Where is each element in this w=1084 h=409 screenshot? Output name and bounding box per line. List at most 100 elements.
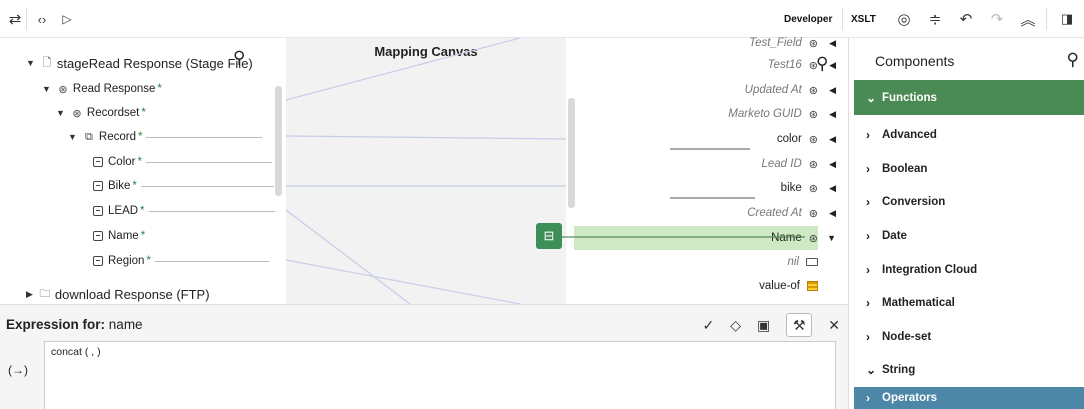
collapse-mapping-button[interactable]: ⊟	[536, 223, 562, 249]
search-icon[interactable]: ⚲	[233, 48, 245, 68]
expand-editor-icon[interactable]: ▣	[757, 317, 770, 334]
tree-node-label: Recordset	[86, 107, 140, 119]
expression-target-name: name	[108, 317, 143, 332]
tree-node-lead[interactable]: LEAD *	[93, 199, 275, 223]
menu-triangle-icon[interactable]: ◀	[829, 109, 836, 120]
required-marker: *	[132, 180, 137, 192]
target-node-label: Test16	[767, 59, 802, 71]
tree-node-record[interactable]: ▼ ⧉ Record *	[68, 125, 263, 149]
category-mathematical[interactable]: › Mathematical	[854, 286, 1084, 320]
code-icon[interactable]: ‹›	[33, 9, 51, 29]
toolbar-divider	[26, 8, 27, 30]
menu-triangle-icon[interactable]: ◀	[829, 60, 836, 71]
collapse-up-icon[interactable]: ︽	[1019, 9, 1037, 29]
category-operators[interactable]: › Operators	[854, 387, 1084, 409]
redo-icon[interactable]: ↷	[988, 9, 1006, 29]
field-icon	[93, 206, 103, 216]
target-node[interactable]: Test_Field ⊛ ◀	[749, 31, 836, 55]
field-icon	[93, 157, 103, 167]
target-node[interactable]: nil	[787, 250, 818, 274]
category-boolean[interactable]: › Boolean	[854, 152, 1084, 186]
required-marker: *	[157, 83, 162, 95]
chevron-right-icon: ›	[866, 263, 870, 277]
value-of-icon	[807, 281, 818, 291]
xslt-button[interactable]: XSLT	[851, 14, 876, 25]
target-node[interactable]: color ⊛ ◀	[777, 127, 836, 151]
category-label: String	[882, 364, 916, 376]
target-node-name-selected[interactable]: Name ⊛ ▼	[771, 226, 836, 250]
field-icon	[93, 181, 103, 191]
play-icon[interactable]: ▷	[58, 9, 76, 29]
required-marker: *	[140, 230, 146, 242]
target-node[interactable]: value-of	[759, 274, 818, 298]
tree-node-label: Bike	[108, 180, 131, 192]
tree-node-name[interactable]: Name *	[93, 224, 145, 248]
category-node-set[interactable]: › Node-set	[854, 320, 1084, 354]
tree-node-bike[interactable]: Bike *	[93, 174, 274, 198]
target-node-label: bike	[780, 182, 802, 194]
target-node[interactable]: bike ⊛ ◀	[780, 176, 836, 200]
components-title: Components	[875, 53, 955, 69]
close-icon[interactable]: ✕	[828, 317, 840, 334]
category-conversion[interactable]: › Conversion	[854, 185, 1084, 219]
check-icon[interactable]: ✓	[703, 317, 715, 334]
view-icon[interactable]: ◎	[895, 9, 913, 29]
target-node[interactable]: Marketo GUID ⊛ ◀	[728, 102, 836, 126]
category-functions[interactable]: ⌄ Functions	[854, 80, 1084, 115]
developer-mode-label[interactable]: Developer	[784, 14, 832, 25]
filter-icon[interactable]: ≑	[926, 9, 944, 29]
target-node-label: nil	[787, 256, 799, 268]
source-download-row[interactable]: ▶ 🗀 download Response (FTP)	[26, 282, 210, 304]
expand-triangle-icon[interactable]: ▶	[26, 289, 33, 300]
menu-triangle-icon[interactable]: ◀	[829, 208, 836, 219]
source-tree-panel: ▼ 🗋 stageRead Response (Stage File) ⚲ ▼ …	[0, 38, 286, 304]
source-root-row[interactable]: ▼ 🗋 stageRead Response (Stage File)	[26, 51, 253, 75]
tree-node-read-response[interactable]: ▼ ⊛ Read Response *	[42, 77, 162, 101]
target-node-label: Test_Field	[749, 37, 802, 49]
chevron-right-icon: ›	[866, 162, 870, 176]
undo-icon[interactable]: ↶	[957, 9, 975, 29]
target-node-label: Created At	[747, 207, 802, 219]
menu-triangle-icon[interactable]: ◀	[829, 134, 836, 145]
search-icon[interactable]: ⚲	[816, 54, 828, 74]
mapping-canvas: Mapping Canvas	[286, 38, 566, 304]
category-label: Node-set	[882, 331, 932, 343]
expression-mode-marker[interactable]: (→)	[8, 363, 28, 377]
menu-triangle-icon[interactable]: ◀	[829, 159, 836, 170]
menu-triangle-icon[interactable]: ◀	[829, 85, 836, 96]
element-icon: ⊛	[808, 158, 818, 171]
expression-editor[interactable]: concat ( , )	[44, 341, 836, 409]
category-date[interactable]: › Date	[854, 219, 1084, 253]
tree-node-label: Name	[108, 230, 139, 242]
target-node[interactable]: Created At ⊛ ◀	[747, 201, 836, 225]
toolbar-divider	[842, 8, 843, 30]
expand-triangle-icon[interactable]: ▼	[42, 84, 51, 94]
leader-line	[148, 210, 275, 212]
expand-triangle-icon[interactable]: ▼	[26, 58, 35, 68]
source-scrollbar[interactable]	[275, 86, 282, 196]
swap-icon[interactable]: ⇄	[6, 9, 24, 29]
target-node[interactable]: Lead ID ⊛ ◀	[762, 152, 837, 176]
category-label: Functions	[882, 91, 937, 104]
expand-triangle-icon[interactable]: ▼	[56, 108, 65, 118]
category-advanced[interactable]: › Advanced	[854, 118, 1084, 152]
tree-node-label: Record	[98, 131, 136, 143]
menu-triangle-icon[interactable]: ◀	[829, 183, 836, 194]
target-node[interactable]: Test16 ⊛ ◀	[767, 53, 836, 77]
expand-triangle-icon[interactable]: ▼	[68, 132, 77, 142]
category-integration-cloud[interactable]: › Integration Cloud	[854, 253, 1084, 287]
tree-node-recordset[interactable]: ▼ ⊛ Recordset *	[56, 101, 146, 125]
panel-toggle-icon[interactable]: ◨	[1058, 9, 1076, 29]
tree-node-region[interactable]: Region *	[93, 249, 269, 273]
tree-node-color[interactable]: Color *	[93, 150, 272, 174]
eraser-icon[interactable]: ◇	[730, 317, 741, 334]
search-icon[interactable]: ⚲	[1067, 50, 1079, 70]
menu-triangle-icon[interactable]: ◀	[829, 38, 836, 49]
tools-icon[interactable]: ⚒	[786, 313, 813, 337]
target-scrollbar[interactable]	[568, 98, 575, 208]
menu-triangle-down-icon[interactable]: ▼	[827, 233, 836, 243]
category-string[interactable]: ⌄ String	[854, 353, 1084, 387]
target-node[interactable]: Updated At ⊛ ◀	[745, 78, 836, 102]
category-label: Conversion	[882, 196, 946, 208]
chevron-right-icon: ›	[866, 128, 870, 142]
